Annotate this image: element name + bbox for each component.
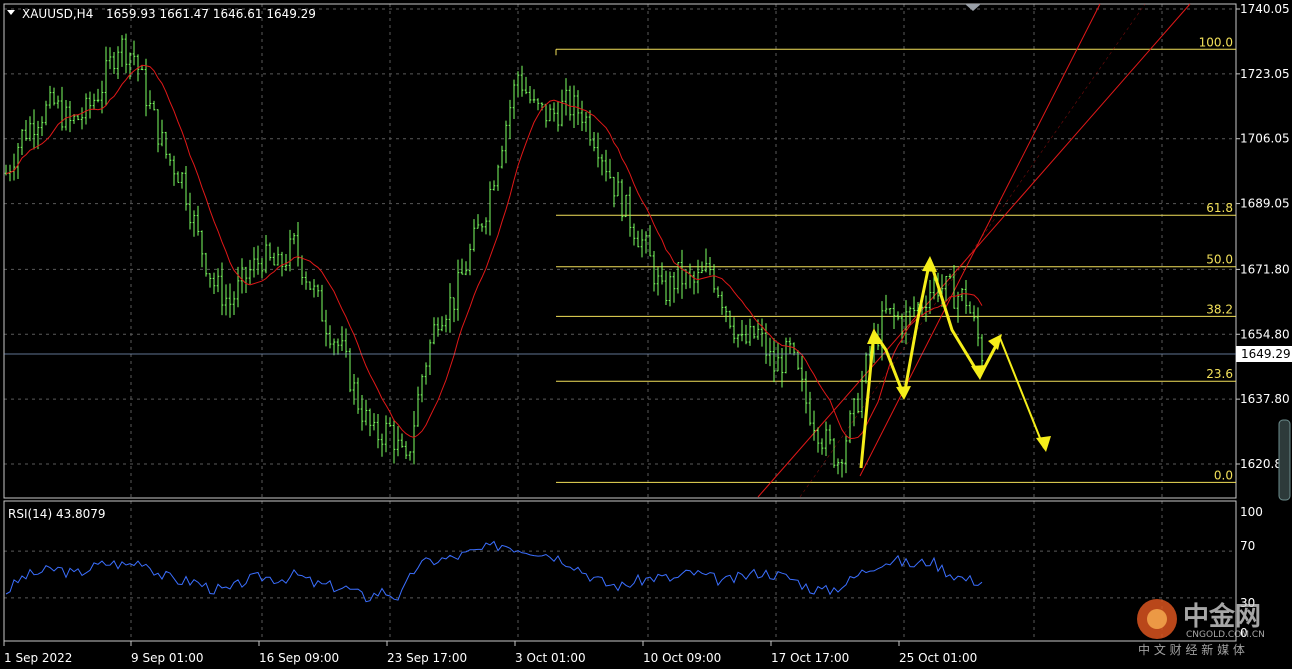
time-tick-label: 10 Oct 09:00 xyxy=(643,651,721,665)
time-tick-label: 17 Oct 17:00 xyxy=(771,651,849,665)
time-axis: 1 Sep 2022 9 Sep 01:00 16 Sep 09:00 23 Sep … xyxy=(3,641,977,665)
regression-channel[interactable] xyxy=(757,3,1191,498)
price-tick-label: 1723.05 xyxy=(1240,67,1290,81)
price-axis: 1740.05 1723.05 1706.05 1689.05 1671.80 1654.… xyxy=(1236,2,1290,471)
current-price-value: 1649.29 xyxy=(1241,347,1291,361)
moving-average-line xyxy=(5,64,983,440)
arrow-head-up-1 xyxy=(867,328,881,344)
time-tick-label: 23 Sep 17:00 xyxy=(387,651,467,665)
price-tick-label: 1637.80 xyxy=(1240,392,1290,406)
fib-level-label: 100.0 xyxy=(1199,35,1233,49)
rsi-label: RSI(14) 43.8079 xyxy=(8,507,106,521)
time-tick-label: 25 Oct 01:00 xyxy=(899,651,977,665)
arrow-head-down-1 xyxy=(896,386,911,400)
channel-lower-line xyxy=(757,3,1191,498)
side-scroll-gadget[interactable] xyxy=(1278,419,1291,501)
price-tick-label: 1654.80 xyxy=(1240,327,1290,341)
fib-level-label: 0.0 xyxy=(1214,468,1233,482)
arrow-head-down-3 xyxy=(1036,436,1051,452)
price-grid xyxy=(3,4,1236,498)
price-panel-frame xyxy=(3,3,1237,499)
ohlc-values: 1659.93 1661.47 1646.61 1649.29 xyxy=(106,7,316,21)
time-tick-label: 1 Sep 2022 xyxy=(4,651,72,665)
watermark: 中金网 CNGOLD.COM.CN 中 文 财 经 新 媒 体 xyxy=(1137,599,1265,657)
fibonacci-retracement[interactable]: 100.0 61.8 50.0 38.2 23.6 0.0 xyxy=(555,35,1236,483)
fib-level-label: 61.8 xyxy=(1206,201,1233,215)
arrow-head-down-2 xyxy=(971,365,987,380)
rsi-line xyxy=(5,540,983,603)
price-tick-label: 1740.05 xyxy=(1240,2,1290,16)
time-tick-label: 16 Sep 09:00 xyxy=(259,651,339,665)
scroll-shift-marker-icon[interactable] xyxy=(965,4,981,11)
time-tick-label: 9 Sep 01:00 xyxy=(131,651,203,665)
price-tick-label: 1706.05 xyxy=(1240,132,1290,146)
symbol-menu-arrow-icon[interactable] xyxy=(7,10,15,15)
fib-level-label: 50.0 xyxy=(1206,253,1233,267)
watermark-tagline: 中 文 财 经 新 媒 体 xyxy=(1138,642,1245,657)
rsi-level-70: 70 xyxy=(1240,539,1255,553)
time-tick-label: 3 Oct 01:00 xyxy=(515,651,586,665)
fib-level-label: 23.6 xyxy=(1206,367,1233,381)
price-tick-label: 1671.80 xyxy=(1240,262,1290,276)
trading-chart: 100.0 61.8 50.0 38.2 23.6 0.0 XAUUSD,H4 1659.… xyxy=(3,2,1292,665)
watermark-logo-inner xyxy=(1147,609,1167,629)
fib-level-label: 38.2 xyxy=(1206,302,1233,316)
channel-middle-line xyxy=(799,3,1146,498)
rsi-grid xyxy=(3,501,1236,641)
rsi-level-100: 100 xyxy=(1240,505,1263,519)
symbol-label[interactable]: XAUUSD,H4 xyxy=(22,7,93,21)
price-tick-label: 1689.05 xyxy=(1240,197,1290,211)
arrow-head-up-2 xyxy=(922,256,937,272)
rsi-panel-frame xyxy=(3,500,1237,642)
watermark-domain: CNGOLD.COM.CN xyxy=(1186,630,1265,640)
watermark-brand: 中金网 xyxy=(1183,601,1261,632)
candlestick-series xyxy=(4,33,984,478)
